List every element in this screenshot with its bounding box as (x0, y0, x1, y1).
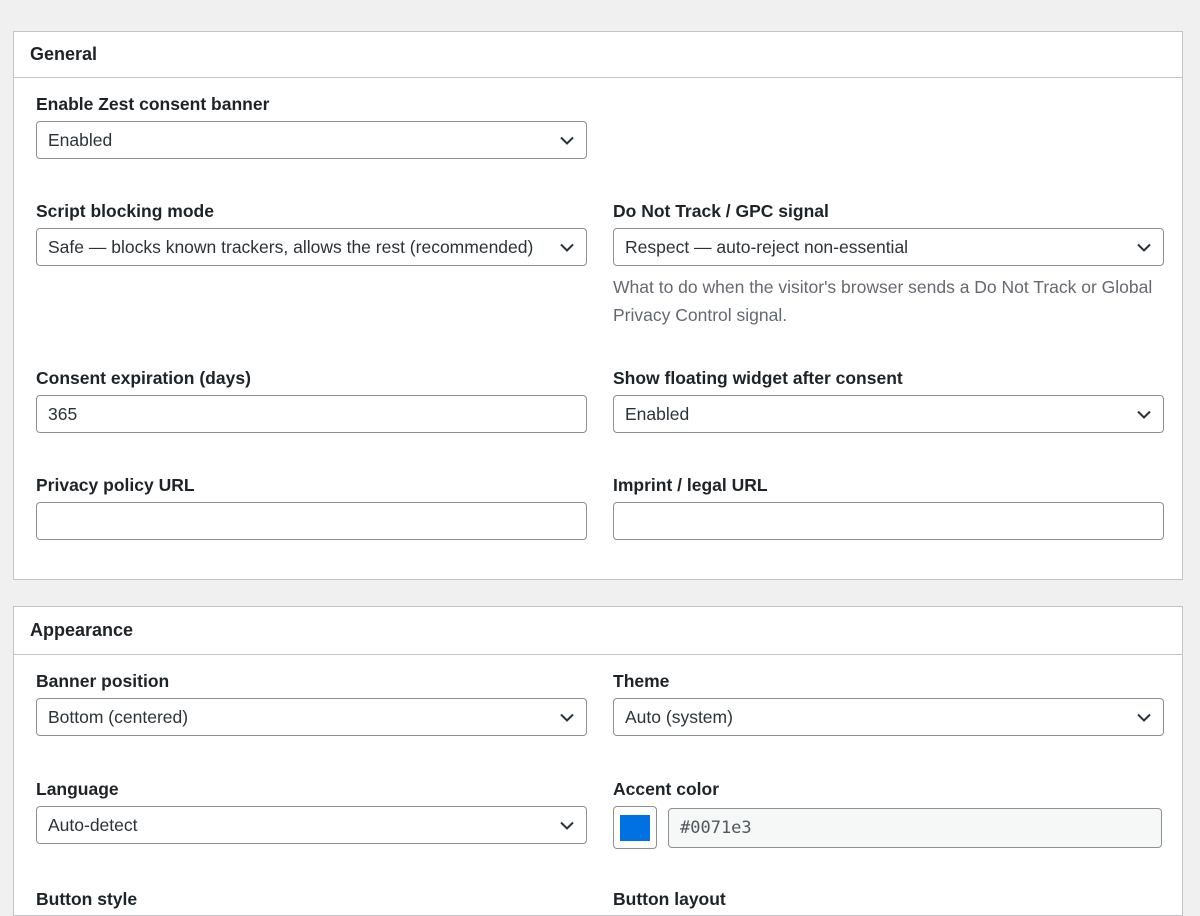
appearance-section-title: Appearance (14, 607, 1182, 655)
button-style-label: Button style (36, 889, 138, 909)
script-blocking-field: Script blocking mode Safe — blocks known… (36, 199, 587, 266)
enable-banner-label: Enable Zest consent banner (36, 94, 270, 114)
banner-position-select[interactable]: Bottom (centered) (36, 698, 587, 736)
accent-color-hex-input[interactable]: #0071e3 (668, 807, 1162, 848)
expiration-field: Consent expiration (days) 365 (36, 366, 587, 433)
expiration-value: 365 (48, 403, 78, 424)
expiration-label: Consent expiration (days) (36, 368, 251, 388)
floating-widget-label: Show floating widget after consent (613, 368, 903, 388)
button-layout-field: Button layout (613, 887, 1164, 916)
button-layout-label: Button layout (613, 889, 726, 909)
dnt-field: Do Not Track / GPC signal Respect — auto… (613, 199, 1164, 329)
chevron-down-icon (559, 709, 575, 725)
imprint-url-input[interactable] (613, 502, 1164, 540)
language-value: Auto-detect (48, 814, 138, 835)
accent-color-swatch (620, 814, 650, 841)
button-style-field: Button style (36, 887, 587, 916)
privacy-url-field: Privacy policy URL (36, 473, 587, 540)
theme-select[interactable]: Auto (system) (613, 698, 1164, 736)
accent-color-picker-button[interactable] (613, 806, 657, 849)
dnt-select[interactable]: Respect — auto-reject non-essential (613, 228, 1164, 266)
privacy-url-label: Privacy policy URL (36, 475, 195, 495)
accent-color-field: Accent color #0071e3 (613, 777, 1164, 849)
banner-position-field: Banner position Bottom (centered) (36, 669, 587, 736)
accent-color-label: Accent color (613, 779, 719, 799)
dnt-help-text: What to do when the visitor's browser se… (613, 277, 1153, 325)
accent-color-row: #0071e3 (613, 806, 1164, 849)
imprint-url-field: Imprint / legal URL (613, 473, 1164, 540)
script-blocking-select[interactable]: Safe — blocks known trackers, allows the… (36, 228, 587, 266)
general-card: General Enable Zest consent banner Enabl… (13, 31, 1183, 580)
accent-color-hex-value: #0071e3 (680, 817, 752, 838)
script-blocking-label: Script blocking mode (36, 201, 214, 221)
floating-widget-field: Show floating widget after consent Enabl… (613, 366, 1164, 433)
language-field: Language Auto-detect (36, 777, 587, 844)
privacy-url-input[interactable] (36, 502, 587, 540)
general-section-title: General (14, 32, 1182, 78)
enable-banner-value: Enabled (48, 129, 113, 150)
enable-banner-field: Enable Zest consent banner Enabled (36, 92, 587, 159)
dnt-value: Respect — auto-reject non-essential (625, 236, 909, 257)
theme-field: Theme Auto (system) (613, 669, 1164, 736)
expiration-input[interactable]: 365 (36, 395, 587, 433)
language-select[interactable]: Auto-detect (36, 806, 587, 844)
chevron-down-icon (559, 132, 575, 148)
theme-label: Theme (613, 671, 670, 691)
language-label: Language (36, 779, 119, 799)
imprint-url-label: Imprint / legal URL (613, 475, 768, 495)
floating-widget-value: Enabled (625, 403, 690, 424)
theme-value: Auto (system) (625, 706, 733, 727)
banner-position-value: Bottom (centered) (48, 706, 189, 727)
chevron-down-icon (1136, 406, 1152, 422)
chevron-down-icon (1136, 239, 1152, 255)
appearance-card: Appearance Banner position Bottom (cente… (13, 606, 1183, 916)
dnt-label: Do Not Track / GPC signal (613, 201, 829, 221)
chevron-down-icon (559, 817, 575, 833)
banner-position-label: Banner position (36, 671, 170, 691)
script-blocking-value: Safe — blocks known trackers, allows the… (48, 236, 534, 257)
chevron-down-icon (559, 239, 575, 255)
enable-banner-select[interactable]: Enabled (36, 121, 587, 159)
floating-widget-select[interactable]: Enabled (613, 395, 1164, 433)
chevron-down-icon (1136, 709, 1152, 725)
